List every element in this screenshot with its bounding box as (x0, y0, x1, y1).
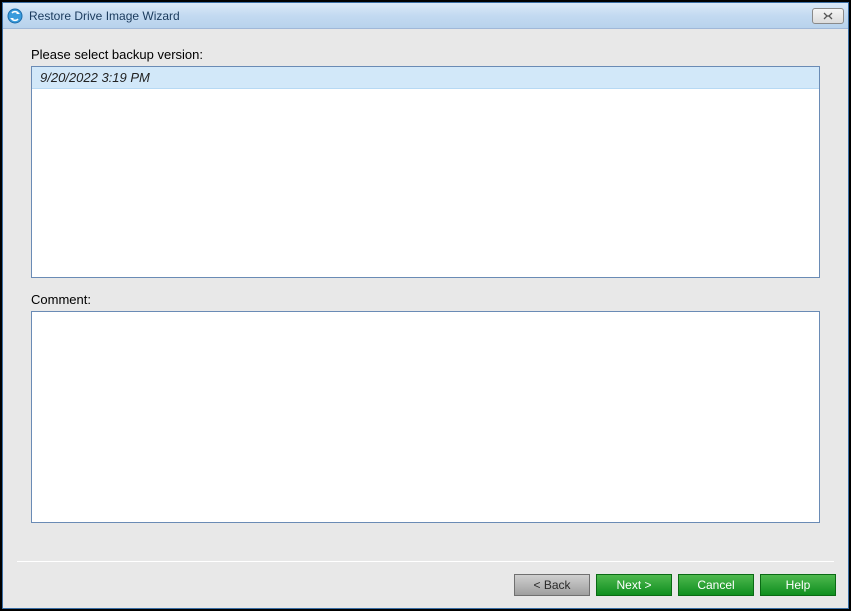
backup-version-list[interactable]: 9/20/2022 3:19 PM (31, 66, 820, 278)
close-icon (822, 12, 834, 20)
close-button[interactable] (812, 8, 844, 24)
comment-input[interactable] (31, 311, 820, 523)
separator (17, 561, 834, 562)
help-button[interactable]: Help (760, 574, 836, 596)
content-area: Please select backup version: 9/20/2022 … (3, 29, 848, 551)
app-icon (7, 8, 23, 24)
footer: < Back Next > Cancel Help (3, 551, 848, 608)
window-inner: Restore Drive Image Wizard Please select… (2, 2, 849, 609)
app-window: Restore Drive Image Wizard Please select… (0, 0, 851, 611)
titlebar: Restore Drive Image Wizard (3, 3, 848, 29)
back-button[interactable]: < Back (514, 574, 590, 596)
button-row: < Back Next > Cancel Help (15, 574, 836, 596)
next-button[interactable]: Next > (596, 574, 672, 596)
select-version-label: Please select backup version: (31, 47, 820, 62)
comment-label: Comment: (31, 292, 820, 307)
cancel-button[interactable]: Cancel (678, 574, 754, 596)
backup-version-item[interactable]: 9/20/2022 3:19 PM (32, 67, 819, 89)
window-title: Restore Drive Image Wizard (29, 9, 812, 23)
